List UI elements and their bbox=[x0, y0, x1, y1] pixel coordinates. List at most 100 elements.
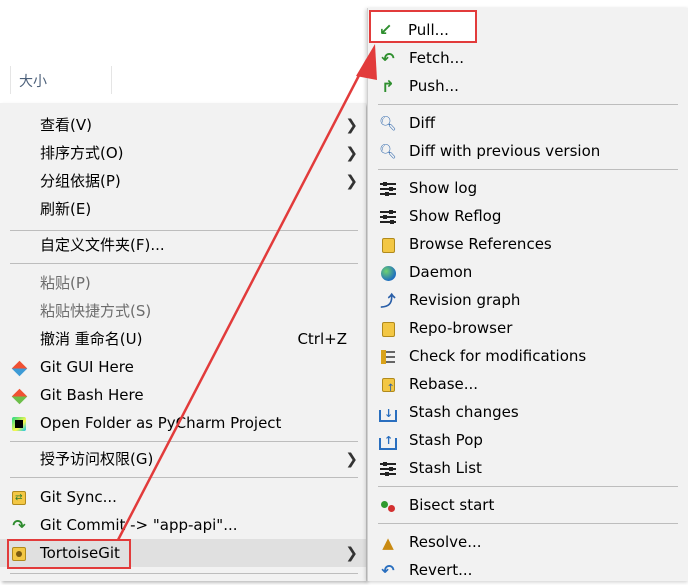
menu-separator bbox=[10, 263, 358, 264]
revision-graph-icon: ⤴ bbox=[380, 292, 396, 310]
menu-item-label: Show log bbox=[409, 179, 478, 197]
menu-item-label: Git Bash Here bbox=[40, 386, 144, 404]
menu-item-label: Diff with previous version bbox=[409, 142, 601, 160]
menu-separator bbox=[378, 104, 678, 105]
menu-item-label: 粘贴快捷方式(S) bbox=[40, 302, 152, 320]
menu-item-open-pycharm[interactable]: Open Folder as PyCharm Project bbox=[0, 409, 366, 437]
menu-item-paste-shortcut[interactable]: 粘贴快捷方式(S) bbox=[0, 297, 366, 325]
stash-list-icon bbox=[379, 460, 397, 478]
stash-pop-icon: ↑ bbox=[379, 432, 397, 450]
menu-item-paste[interactable]: 粘贴(P) bbox=[0, 269, 366, 297]
submenu-arrow-icon: ❯ bbox=[345, 450, 358, 468]
column-divider[interactable] bbox=[111, 66, 112, 94]
menu-separator bbox=[378, 486, 678, 487]
submenu-item-stash-list[interactable]: Stash List bbox=[368, 454, 688, 482]
menu-item-label: 撤消 重命名(U) bbox=[40, 330, 143, 348]
submenu-item-repo-browser[interactable]: Repo-browser bbox=[368, 314, 688, 342]
menu-item-label: Open Folder as PyCharm Project bbox=[40, 414, 282, 432]
menu-item-label: Repo-browser bbox=[409, 319, 513, 337]
shortcut-text: Ctrl+Z bbox=[297, 330, 347, 348]
submenu-arrow-icon: ❯ bbox=[345, 116, 358, 134]
submenu-item-pull-overlay[interactable]: ↙ Pull... bbox=[378, 16, 474, 44]
submenu-item-daemon[interactable]: Daemon bbox=[368, 258, 688, 286]
menu-item-label: Diff bbox=[409, 114, 436, 132]
menu-item-label: 粘贴(P) bbox=[40, 274, 91, 292]
menu-item-grant-access[interactable]: 授予访问权限(G) ❯ bbox=[0, 445, 366, 473]
diff-icon: 🔍︎ bbox=[379, 116, 397, 132]
daemon-globe-icon bbox=[379, 264, 397, 282]
pycharm-icon bbox=[10, 415, 28, 433]
menu-item-label: Git GUI Here bbox=[40, 358, 134, 376]
menu-item-sort-by[interactable]: 排序方式(O) ❯ bbox=[0, 139, 366, 167]
reflog-icon bbox=[379, 208, 397, 226]
explorer-toolbar bbox=[0, 24, 380, 59]
menu-item-label: Rebase... bbox=[409, 375, 479, 393]
menu-item-git-gui-here[interactable]: Git GUI Here bbox=[0, 353, 366, 381]
menu-separator bbox=[378, 169, 678, 170]
menu-item-label: 分组依据(P) bbox=[40, 172, 121, 190]
menu-item-customize-folder[interactable]: 自定义文件夹(F)... bbox=[0, 231, 366, 259]
submenu-item-browse-references[interactable]: Browse References bbox=[368, 230, 688, 258]
menu-item-label: Show Reflog bbox=[409, 207, 502, 225]
stash-changes-icon: ↓ bbox=[379, 404, 397, 422]
menu-item-label: 排序方式(O) bbox=[40, 144, 124, 162]
log-icon bbox=[379, 180, 397, 198]
submenu-item-stash-changes[interactable]: ↓ Stash changes bbox=[368, 398, 688, 426]
file-list-header: 大小 bbox=[0, 58, 380, 102]
submenu-item-push[interactable]: ↱ Push... bbox=[368, 72, 688, 100]
check-mods-icon bbox=[379, 348, 397, 366]
menu-item-label: Resolve... bbox=[409, 533, 482, 551]
menu-item-label: Revision graph bbox=[409, 291, 521, 309]
submenu-item-stash-pop[interactable]: ↑ Stash Pop bbox=[368, 426, 688, 454]
submenu-item-resolve[interactable]: ▲ Resolve... bbox=[368, 528, 688, 556]
menu-item-refresh[interactable]: 刷新(E) bbox=[0, 195, 366, 223]
rebase-icon: ↑ bbox=[379, 376, 397, 394]
menu-item-git-sync[interactable]: ⇄ Git Sync... bbox=[0, 483, 366, 511]
git-sync-icon: ⇄ bbox=[10, 489, 28, 507]
menu-item-label: Bisect start bbox=[409, 496, 495, 514]
submenu-arrow-icon: ❯ bbox=[345, 144, 358, 162]
git-commit-icon: ↷ bbox=[12, 516, 26, 535]
push-icon: ↱ bbox=[381, 77, 395, 96]
menu-item-view[interactable]: 查看(V) ❯ bbox=[0, 111, 366, 139]
menu-item-label: Check for modifications bbox=[409, 347, 587, 365]
resolve-icon: ▲ bbox=[382, 534, 394, 552]
submenu-item-check-modifications[interactable]: Check for modifications bbox=[368, 342, 688, 370]
menu-item-label: Stash changes bbox=[409, 403, 519, 421]
submenu-item-bisect-start[interactable]: Bisect start bbox=[368, 491, 688, 519]
submenu-item-diff[interactable]: 🔍︎ Diff bbox=[368, 109, 688, 137]
menu-item-git-bash-here[interactable]: Git Bash Here bbox=[0, 381, 366, 409]
menu-separator bbox=[10, 477, 358, 478]
submenu-item-fetch[interactable]: ↶ Fetch... bbox=[368, 44, 688, 72]
menu-item-label: 授予访问权限(G) bbox=[40, 450, 154, 468]
git-gui-icon bbox=[10, 359, 28, 377]
menu-item-label: Fetch... bbox=[409, 49, 464, 67]
pull-icon: ↙ bbox=[379, 20, 393, 39]
menu-item-git-commit[interactable]: ↷ Git Commit -> "app-api"... bbox=[0, 511, 366, 539]
fetch-icon: ↶ bbox=[381, 49, 395, 68]
browse-refs-icon bbox=[379, 236, 397, 254]
menu-item-label: Stash Pop bbox=[409, 431, 483, 449]
submenu-item-revert[interactable]: ↶ Revert... bbox=[368, 556, 688, 584]
menu-item-label: Git Sync... bbox=[40, 488, 117, 506]
column-divider[interactable] bbox=[10, 66, 11, 94]
submenu-item-diff-prev[interactable]: 🔍︎ Diff with previous version bbox=[368, 137, 688, 165]
submenu-item-show-reflog[interactable]: Show Reflog bbox=[368, 202, 688, 230]
diff-prev-icon: 🔍︎ bbox=[379, 144, 397, 160]
column-header-size[interactable]: 大小 bbox=[19, 71, 47, 91]
submenu-item-show-log[interactable]: Show log bbox=[368, 174, 688, 202]
menu-item-group-by[interactable]: 分组依据(P) ❯ bbox=[0, 167, 366, 195]
submenu-item-rebase[interactable]: ↑ Rebase... bbox=[368, 370, 688, 398]
menu-item-label: 查看(V) bbox=[40, 116, 92, 134]
menu-item-label: Git Commit -> "app-api"... bbox=[40, 516, 238, 534]
menu-item-label: 自定义文件夹(F)... bbox=[40, 236, 165, 254]
menu-item-label: Push... bbox=[409, 77, 459, 95]
menu-item-label: Browse References bbox=[409, 235, 552, 253]
submenu-item-revision-graph[interactable]: ⤴ Revision graph bbox=[368, 286, 688, 314]
submenu-arrow-icon: ❯ bbox=[345, 544, 358, 562]
context-menu: 查看(V) ❯ 排序方式(O) ❯ 分组依据(P) ❯ 刷新(E) 自定义文件夹… bbox=[0, 103, 366, 581]
menu-item-label: Daemon bbox=[409, 263, 473, 281]
menu-separator bbox=[10, 441, 358, 442]
submenu-arrow-icon: ❯ bbox=[345, 172, 358, 190]
menu-item-undo-rename[interactable]: 撤消 重命名(U) Ctrl+Z bbox=[0, 325, 366, 353]
